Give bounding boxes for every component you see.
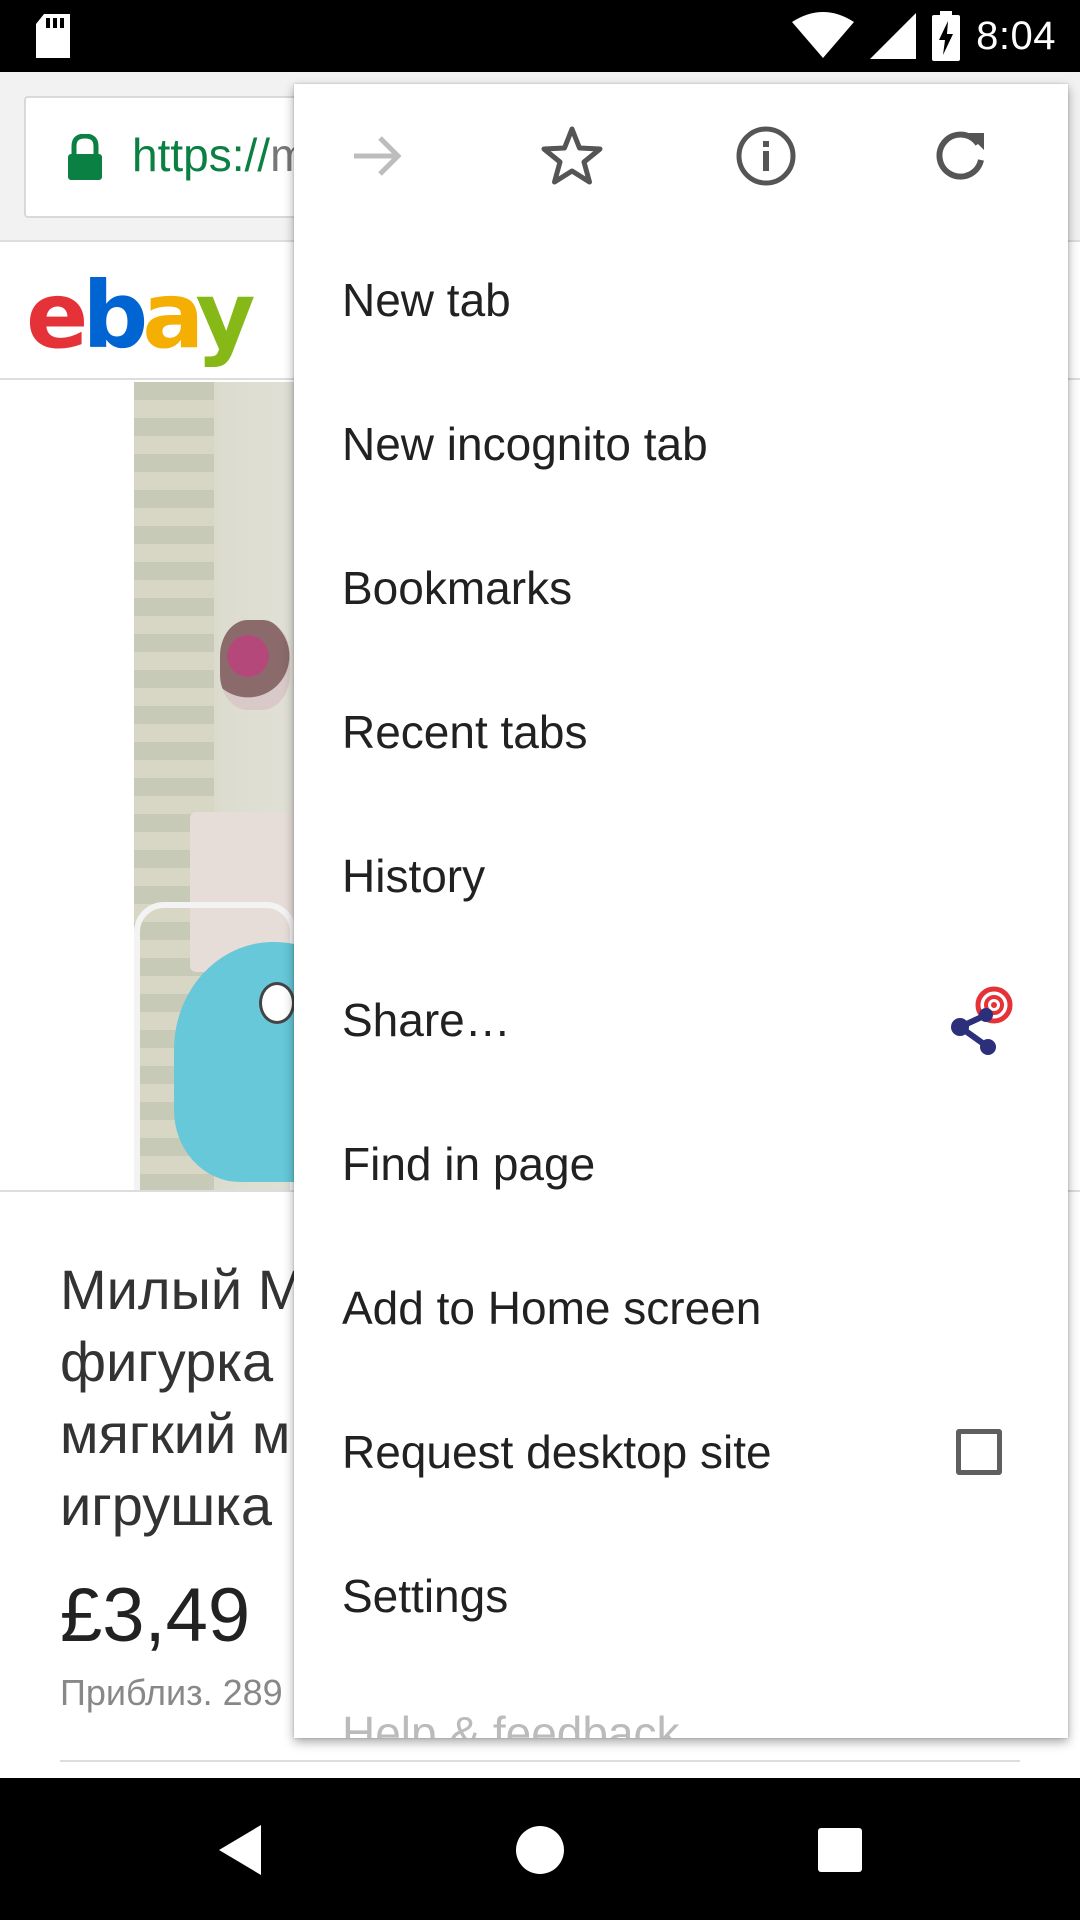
url-scheme: https:// — [132, 129, 271, 181]
sd-card-icon — [36, 14, 70, 58]
menu-item-request-desktop-site[interactable]: Request desktop site — [294, 1380, 1068, 1524]
battery-charging-icon — [932, 11, 961, 61]
menu-item-find-in-page[interactable]: Find in page — [294, 1092, 1068, 1236]
menu-item-share[interactable]: Share… — [294, 948, 1068, 1092]
menu-item-label: Recent tabs — [342, 706, 588, 758]
divider — [60, 1760, 1020, 1762]
menu-item-history[interactable]: History — [294, 804, 1068, 948]
menu-item-label: Help & feedback — [342, 1707, 680, 1738]
desktop-site-checkbox[interactable] — [956, 1429, 1002, 1475]
menu-item-label: Bookmarks — [342, 562, 573, 614]
reload-icon[interactable] — [924, 120, 996, 192]
recents-icon[interactable] — [810, 1820, 870, 1880]
bookmark-star-icon[interactable] — [536, 120, 608, 192]
menu-item-help-feedback[interactable]: Help & feedback — [294, 1668, 1068, 1738]
url-text[interactable]: https://m — [132, 128, 308, 182]
menu-item-label: Add to Home screen — [342, 1282, 762, 1334]
menu-item-label: New tab — [342, 274, 511, 326]
flower-basket — [220, 620, 290, 710]
signal-icon — [870, 13, 917, 59]
menu-item-label: New incognito tab — [342, 418, 708, 470]
menu-item-settings[interactable]: Settings — [294, 1524, 1068, 1668]
menu-icon-row — [294, 84, 1068, 228]
menu-item-label: History — [342, 850, 486, 902]
menu-item-label: Request desktop site — [342, 1426, 772, 1478]
menu-item-label: Share… — [342, 994, 511, 1046]
page-info-icon[interactable] — [730, 120, 802, 192]
forward-arrow-icon[interactable] — [342, 120, 414, 192]
price-approx: Приблиз. 289 — [60, 1672, 283, 1713]
menu-item-label: Find in page — [342, 1138, 596, 1190]
home-icon[interactable] — [510, 1820, 570, 1880]
lock-icon — [68, 134, 102, 180]
menu-item-new-tab[interactable]: New tab — [294, 228, 1068, 372]
menu-item-new-incognito-tab[interactable]: New incognito tab — [294, 372, 1068, 516]
menu-item-add-to-home-screen[interactable]: Add to Home screen — [294, 1236, 1068, 1380]
status-time: 8:04 — [976, 13, 1056, 58]
status-bar: 8:04 — [0, 0, 1080, 72]
product-price: £3,49 — [60, 1573, 251, 1658]
share-target-icon[interactable] — [948, 985, 1018, 1055]
browser-overflow-menu: New tab New incognito tab Bookmarks Rece… — [294, 84, 1068, 1738]
pony-eye — [259, 982, 295, 1024]
system-nav-bar — [0, 1778, 1080, 1920]
menu-item-recent-tabs[interactable]: Recent tabs — [294, 660, 1068, 804]
wifi-icon — [792, 12, 855, 58]
menu-item-label: Settings — [342, 1570, 509, 1622]
menu-item-bookmarks[interactable]: Bookmarks — [294, 516, 1068, 660]
ebay-logo[interactable]: ebay — [26, 262, 256, 369]
back-icon[interactable] — [210, 1820, 270, 1880]
